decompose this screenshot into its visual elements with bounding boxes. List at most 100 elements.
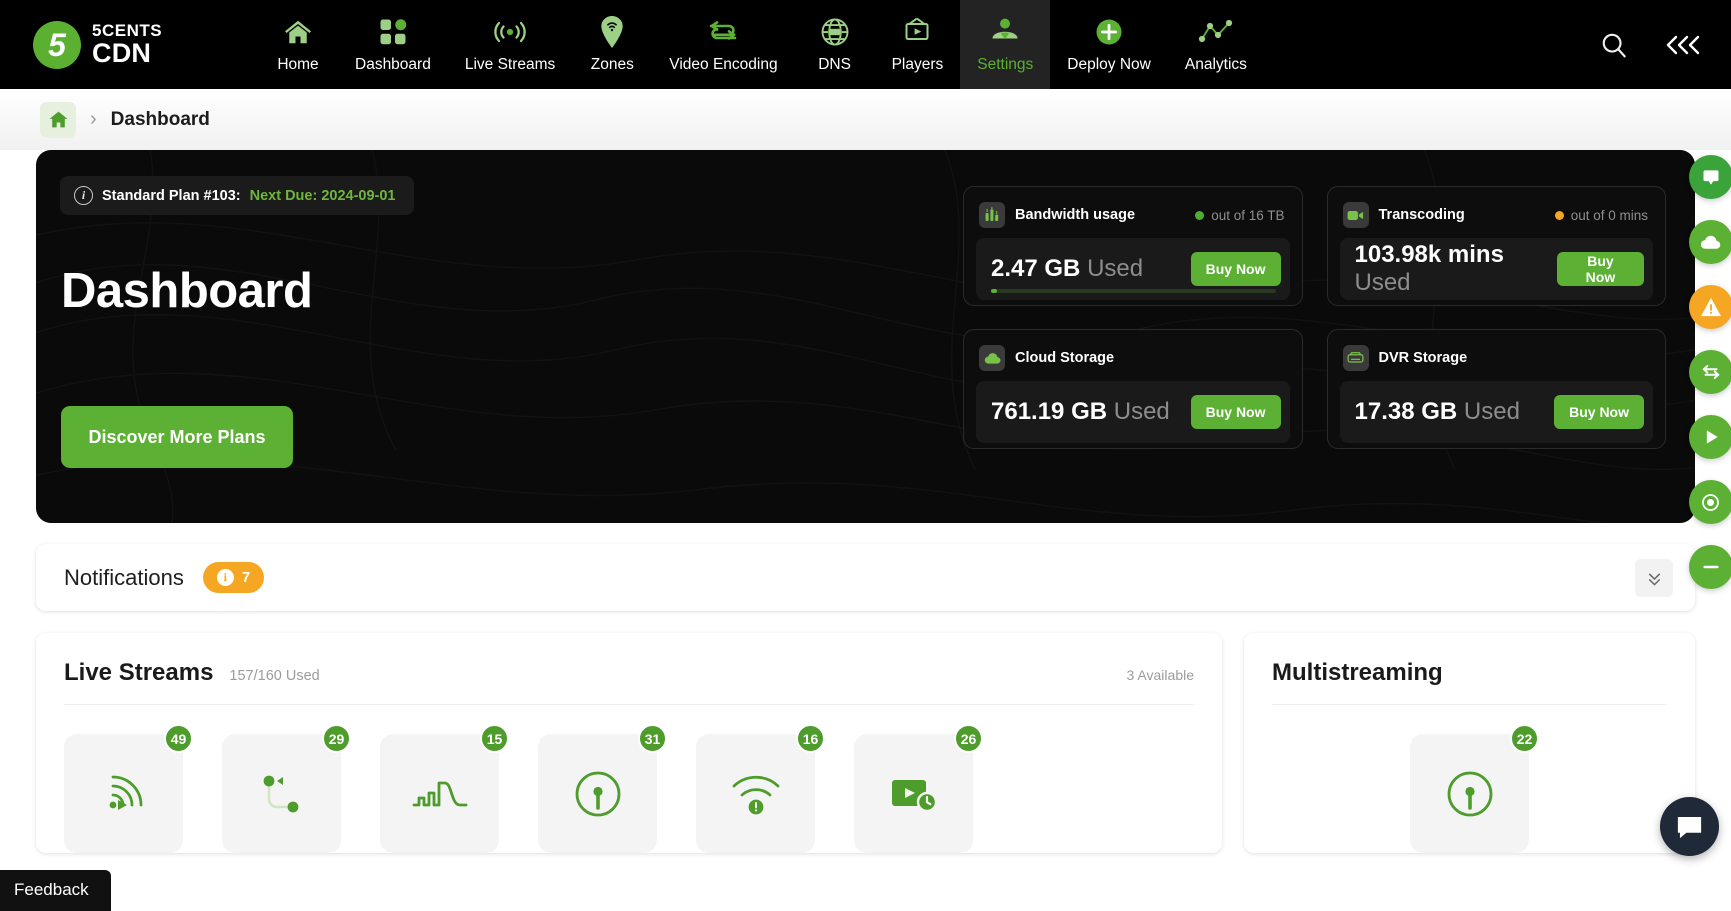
hero-card: i Standard Plan #103: Next Due: 2024-09-… [36,150,1695,523]
nav-item-label: DNS [818,56,851,73]
nav-item-zones[interactable]: Zones [572,0,652,89]
chat-bubble-icon[interactable] [1660,797,1719,856]
rail-swap-icon[interactable] [1688,350,1731,394]
nav-items: Home Dashboard Live Streams Zones Video Enco… [258,0,1599,89]
stream-tile[interactable]: 49 [64,724,193,853]
usage-cards-grid: Bandwidth usage out of 16 TB 2.47 GB Use… [963,186,1666,449]
nav-item-video-encoding[interactable]: Video Encoding [652,0,794,89]
info-icon: i [74,186,93,205]
usage-card-dvr-storage: DVR Storage 17.38 GB Used Buy Now [1326,329,1666,449]
buy-now-button[interactable]: Buy Now [1190,395,1281,429]
floating-action-rail [1676,155,1731,589]
plus-circle-icon [1094,15,1124,49]
rail-warning-icon[interactable] [1688,285,1731,329]
page-content: i Standard Plan #103: Next Due: 2024-09-… [0,150,1731,853]
stream-tile-badge: 31 [638,724,667,753]
discover-more-plans-button[interactable]: Discover More Plans [61,406,293,468]
nav-item-label: Dashboard [355,56,431,73]
usage-card-header: Cloud Storage [976,342,1290,372]
live-streams-panel: Live Streams 157/160 Used 3 Available 49… [36,633,1222,853]
home-icon[interactable] [40,101,76,138]
double-chevron-left-icon[interactable] [1663,32,1701,58]
broadcast-icon [492,15,528,49]
usage-value-unit: Used [1087,255,1144,282]
search-icon[interactable] [1599,30,1629,60]
breadcrumb: › Dashboard [0,89,1731,150]
stream-tile[interactable]: 31 [538,724,667,853]
rail-target-icon[interactable] [1688,480,1731,524]
multistreaming-tiles: 22 [1272,705,1667,853]
wifi-alert-icon[interactable] [696,734,815,853]
live-streams-usage: 157/160 Used [229,668,320,684]
buy-now-button[interactable]: Buy Now [1190,252,1281,286]
live-streams-header: Live Streams 157/160 Used 3 Available [64,659,1194,705]
user-settings-icon [989,15,1021,49]
home-icon [282,15,314,49]
nav-item-dashboard[interactable]: Dashboard [338,0,448,89]
plan-banner[interactable]: i Standard Plan #103: Next Due: 2024-09-… [60,176,414,215]
breadcrumb-current: Dashboard [110,108,210,130]
stream-tile[interactable]: 29 [222,724,351,853]
brand-line-1: 5CENTS [92,21,163,40]
stream-tile[interactable]: 16 [696,724,825,853]
multistreaming-panel: Multistreaming 22 [1244,633,1695,853]
nav-item-live-streams[interactable]: Live Streams [448,0,572,89]
usage-value-number: 17.38 GB [1354,398,1458,425]
nav-item-players[interactable]: Players [875,0,961,89]
multistream-tile[interactable]: 22 [1410,724,1539,853]
grid-icon [378,15,408,49]
stream-pull-icon[interactable] [222,734,341,853]
nav-item-deploy-now[interactable]: Deploy Now [1050,0,1168,89]
hard-drive-icon [1342,345,1369,371]
swap-arrows-icon [705,15,741,49]
stream-tile[interactable]: 26 [854,724,983,853]
notifications-bar[interactable]: Notifications i 7 [36,544,1695,611]
usage-progress-bar [991,289,1276,293]
brand-logo[interactable]: 5 5CENTS CDN [0,20,258,69]
feedback-button[interactable]: Feedback [0,870,111,911]
live-streams-tiles: 49 29 15 31 16 26 [64,705,1194,853]
buy-now-button[interactable]: Buy Now [1554,395,1644,429]
svg-text:DNS: DNS [829,30,840,36]
rail-minus-icon[interactable] [1688,545,1731,589]
bottom-panels: Live Streams 157/160 Used 3 Available 49… [36,633,1695,853]
brand-wordmark: 5CENTS CDN [92,22,162,67]
scheduled-play-icon[interactable] [854,734,973,853]
usage-card-title: DVR Storage [1378,350,1468,366]
nav-item-dns[interactable]: DNS DNS [795,0,875,89]
buy-now-button[interactable]: Buy Now [1556,252,1644,286]
page-title: Dashboard [61,264,313,318]
nav-item-analytics[interactable]: Analytics [1168,0,1264,89]
brand-line-2: CDN [92,38,152,68]
nav-right-actions [1599,30,1731,60]
nav-item-label: Video Encoding [669,56,778,73]
usage-value-number: 103.98k mins [1354,241,1504,268]
waveform-icon[interactable] [380,734,499,853]
rail-play-icon[interactable] [1688,415,1731,459]
usage-card-header: DVR Storage [1340,342,1654,372]
rail-tooltip-icon[interactable] [1688,155,1731,199]
rail-cloud-icon[interactable] [1688,220,1731,264]
usage-card-body: 2.47 GB Used Buy Now [976,238,1290,300]
usage-card-body: 17.38 GB Used Buy Now [1339,381,1653,443]
nav-item-home[interactable]: Home [258,0,338,89]
stream-tile[interactable]: 15 [380,724,509,853]
usage-value-number: 2.47 GB [991,255,1081,282]
multistream-tile-badge: 22 [1510,724,1539,753]
broadcast-tower-icon[interactable] [538,734,657,853]
chevron-collapse-icon[interactable] [1635,558,1673,597]
nav-item-label: Home [277,56,319,73]
usage-card-header: Transcoding out of 0 mins [1340,199,1654,229]
multistreaming-header: Multistreaming [1272,659,1667,705]
cloud-icon [979,345,1005,371]
line-chart-icon [1198,15,1234,49]
broadcast-tower-icon[interactable] [1410,734,1529,853]
nav-item-settings[interactable]: Settings [960,0,1051,89]
stream-tile-badge: 29 [322,724,351,753]
usage-value-unit: Used [1463,398,1520,425]
top-navigation-bar: 5 5CENTS CDN Home Dashboard Live Streams Zo… [0,0,1731,89]
stream-signal-icon[interactable] [64,734,183,853]
notifications-title: Notifications [64,564,184,590]
globe-dns-icon: DNS [820,15,850,49]
usage-card-body: 103.98k mins Used Buy Now [1339,238,1653,300]
